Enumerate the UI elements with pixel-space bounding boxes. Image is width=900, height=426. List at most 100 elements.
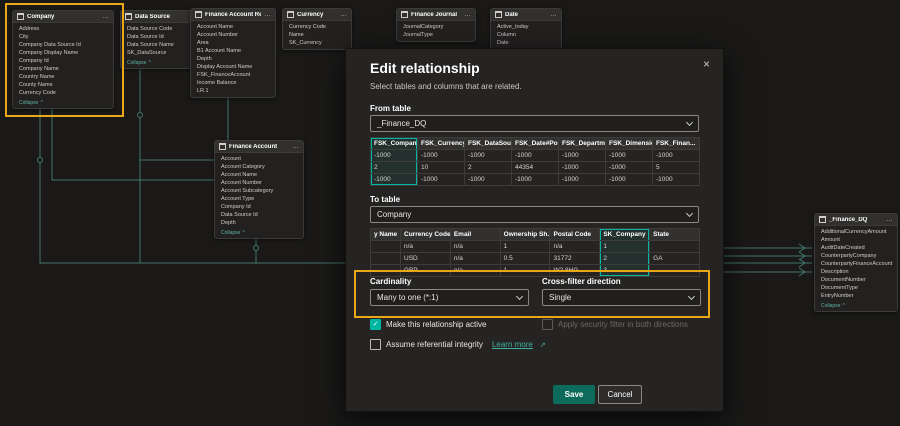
grid-cell[interactable]	[371, 265, 401, 277]
field-item[interactable]: Company Data Source Id	[13, 41, 113, 49]
more-options-icon[interactable]: …	[292, 143, 299, 150]
field-item[interactable]: Currency Code	[283, 23, 351, 31]
card-header[interactable]: _Finance_DQ …	[815, 214, 897, 226]
grid-cell[interactable]: USD	[401, 253, 451, 265]
card-header[interactable]: Finance Account Report …	[191, 9, 275, 21]
grid-cell[interactable]: -1000	[606, 150, 653, 162]
grid-cell[interactable]: -1000	[465, 150, 512, 162]
grid-cell[interactable]: FSK_Finan...	[653, 138, 700, 150]
field-item[interactable]: Date	[491, 39, 561, 47]
close-icon[interactable]: ×	[703, 57, 710, 71]
grid-cell[interactable]: -1000	[559, 162, 606, 174]
grid-cell[interactable]: n/a	[550, 241, 600, 253]
referential-integrity-checkbox[interactable]: Assume referential integrity Learn more …	[370, 339, 546, 350]
grid-cell[interactable]	[650, 265, 700, 277]
more-options-icon[interactable]: …	[264, 11, 271, 18]
field-item[interactable]: Currency Code	[13, 89, 113, 97]
from-table-dropdown[interactable]: _Finance_DQ	[370, 115, 699, 132]
grid-cell[interactable]: FSK_Currency	[418, 138, 465, 150]
grid-cell[interactable]: 1	[501, 265, 551, 277]
field-item[interactable]: Depth	[215, 219, 303, 227]
grid-cell[interactable]: -1000	[371, 174, 418, 186]
field-item[interactable]: Data Source Id	[215, 211, 303, 219]
grid-cell[interactable]	[371, 253, 401, 265]
more-options-icon[interactable]: …	[340, 11, 347, 18]
field-item[interactable]: JournalType	[397, 31, 475, 39]
grid-cell[interactable]: -1000	[418, 174, 465, 186]
grid-cell[interactable]: n/a	[451, 241, 501, 253]
grid-cell[interactable]: SK_Company	[600, 229, 650, 241]
field-item[interactable]: Account Number	[191, 31, 275, 39]
learn-more-link[interactable]: Learn more	[492, 340, 533, 349]
grid-cell[interactable]: -1000	[606, 162, 653, 174]
grid-cell[interactable]: State	[650, 229, 700, 241]
cardinality-dropdown[interactable]: Many to one (*:1)	[370, 289, 529, 306]
grid-cell[interactable]: Currency Code	[401, 229, 451, 241]
table-card-finance-journal[interactable]: Finance Journal … JournalCategoryJournal…	[396, 8, 476, 42]
field-item[interactable]: County Name	[13, 81, 113, 89]
grid-cell[interactable]	[650, 241, 700, 253]
grid-cell[interactable]: 10	[418, 162, 465, 174]
grid-cell[interactable]: -1000	[653, 174, 700, 186]
grid-cell[interactable]: -1000	[559, 150, 606, 162]
field-item[interactable]: DocumentType	[815, 284, 897, 292]
grid-cell[interactable]: n/a	[451, 265, 501, 277]
save-button[interactable]: Save	[553, 385, 595, 404]
field-item[interactable]: Amount	[815, 236, 897, 244]
field-item[interactable]: FSK_FinanceAccount	[191, 71, 275, 79]
grid-cell[interactable]: FSK_Company	[371, 138, 418, 150]
grid-cell[interactable]: 5	[653, 162, 700, 174]
field-item[interactable]: SK_Currency	[283, 39, 351, 47]
grid-cell[interactable]: n/a	[451, 253, 501, 265]
collapse-link[interactable]: Collapse ^	[815, 302, 897, 311]
field-item[interactable]: Country Name	[13, 73, 113, 81]
grid-cell[interactable]: -1000	[606, 174, 653, 186]
grid-cell[interactable]: Email	[451, 229, 501, 241]
card-header[interactable]: Finance Journal …	[397, 9, 475, 21]
field-item[interactable]: AuditDateCreated	[815, 244, 897, 252]
more-options-icon[interactable]: …	[464, 11, 471, 18]
grid-cell[interactable]: 44354	[512, 162, 559, 174]
table-card-finance-account[interactable]: Finance Account … AccountAccount Categor…	[214, 140, 304, 239]
field-item[interactable]: Depth	[191, 55, 275, 63]
table-card-currency[interactable]: Currency … Currency CodeNameSK_Currency	[282, 8, 352, 50]
grid-cell[interactable]: n/a	[401, 241, 451, 253]
field-item[interactable]: CounterpartyFinanceAccount	[815, 260, 897, 268]
to-table-dropdown[interactable]: Company	[370, 206, 699, 223]
field-item[interactable]: B1 Account Name	[191, 47, 275, 55]
field-item[interactable]: Income Balance	[191, 79, 275, 87]
field-item[interactable]: Account Subcategory	[215, 187, 303, 195]
field-item[interactable]: Description	[815, 268, 897, 276]
field-item[interactable]: Account Name	[215, 171, 303, 179]
grid-cell[interactable]: -1000	[418, 150, 465, 162]
grid-cell[interactable]: 31772	[550, 253, 600, 265]
grid-cell[interactable]: 1	[600, 241, 650, 253]
grid-cell[interactable]: -1000	[653, 150, 700, 162]
field-item[interactable]: EntryNumber	[815, 292, 897, 300]
field-item[interactable]: Column	[491, 31, 561, 39]
grid-cell[interactable]: GA	[650, 253, 700, 265]
cross-filter-dropdown[interactable]: Single	[542, 289, 701, 306]
table-card-finance-account-report[interactable]: Finance Account Report … Account NameAcc…	[190, 8, 276, 98]
collapse-link[interactable]: Collapse ^	[13, 99, 113, 108]
field-item[interactable]: JournalCategory	[397, 23, 475, 31]
grid-cell[interactable]: W2 8HG	[550, 265, 600, 277]
field-item[interactable]: Account Type	[215, 195, 303, 203]
more-options-icon[interactable]: …	[102, 13, 109, 20]
more-options-icon[interactable]: …	[550, 11, 557, 18]
grid-cell[interactable]: 0.5	[501, 253, 551, 265]
field-item[interactable]: Company Name	[13, 65, 113, 73]
field-item[interactable]: Account Category	[215, 163, 303, 171]
collapse-link[interactable]: Collapse ^	[215, 229, 303, 238]
more-options-icon[interactable]: …	[886, 216, 893, 223]
table-card-company[interactable]: Company … AddressCityCompany Data Source…	[12, 10, 114, 109]
grid-cell[interactable]: GBP	[401, 265, 451, 277]
grid-cell[interactable]: -1000	[559, 174, 606, 186]
grid-cell[interactable]: FSK_DataSour...	[465, 138, 512, 150]
grid-cell[interactable]: -1000	[371, 150, 418, 162]
grid-cell[interactable]: -1000	[465, 174, 512, 186]
table-card-finance-dq[interactable]: _Finance_DQ … AdditionalCurrencyAmountAm…	[814, 213, 898, 312]
field-item[interactable]: LR.1	[191, 87, 275, 95]
field-item[interactable]: DocumentNumber	[815, 276, 897, 284]
grid-cell[interactable]: 3	[600, 265, 650, 277]
